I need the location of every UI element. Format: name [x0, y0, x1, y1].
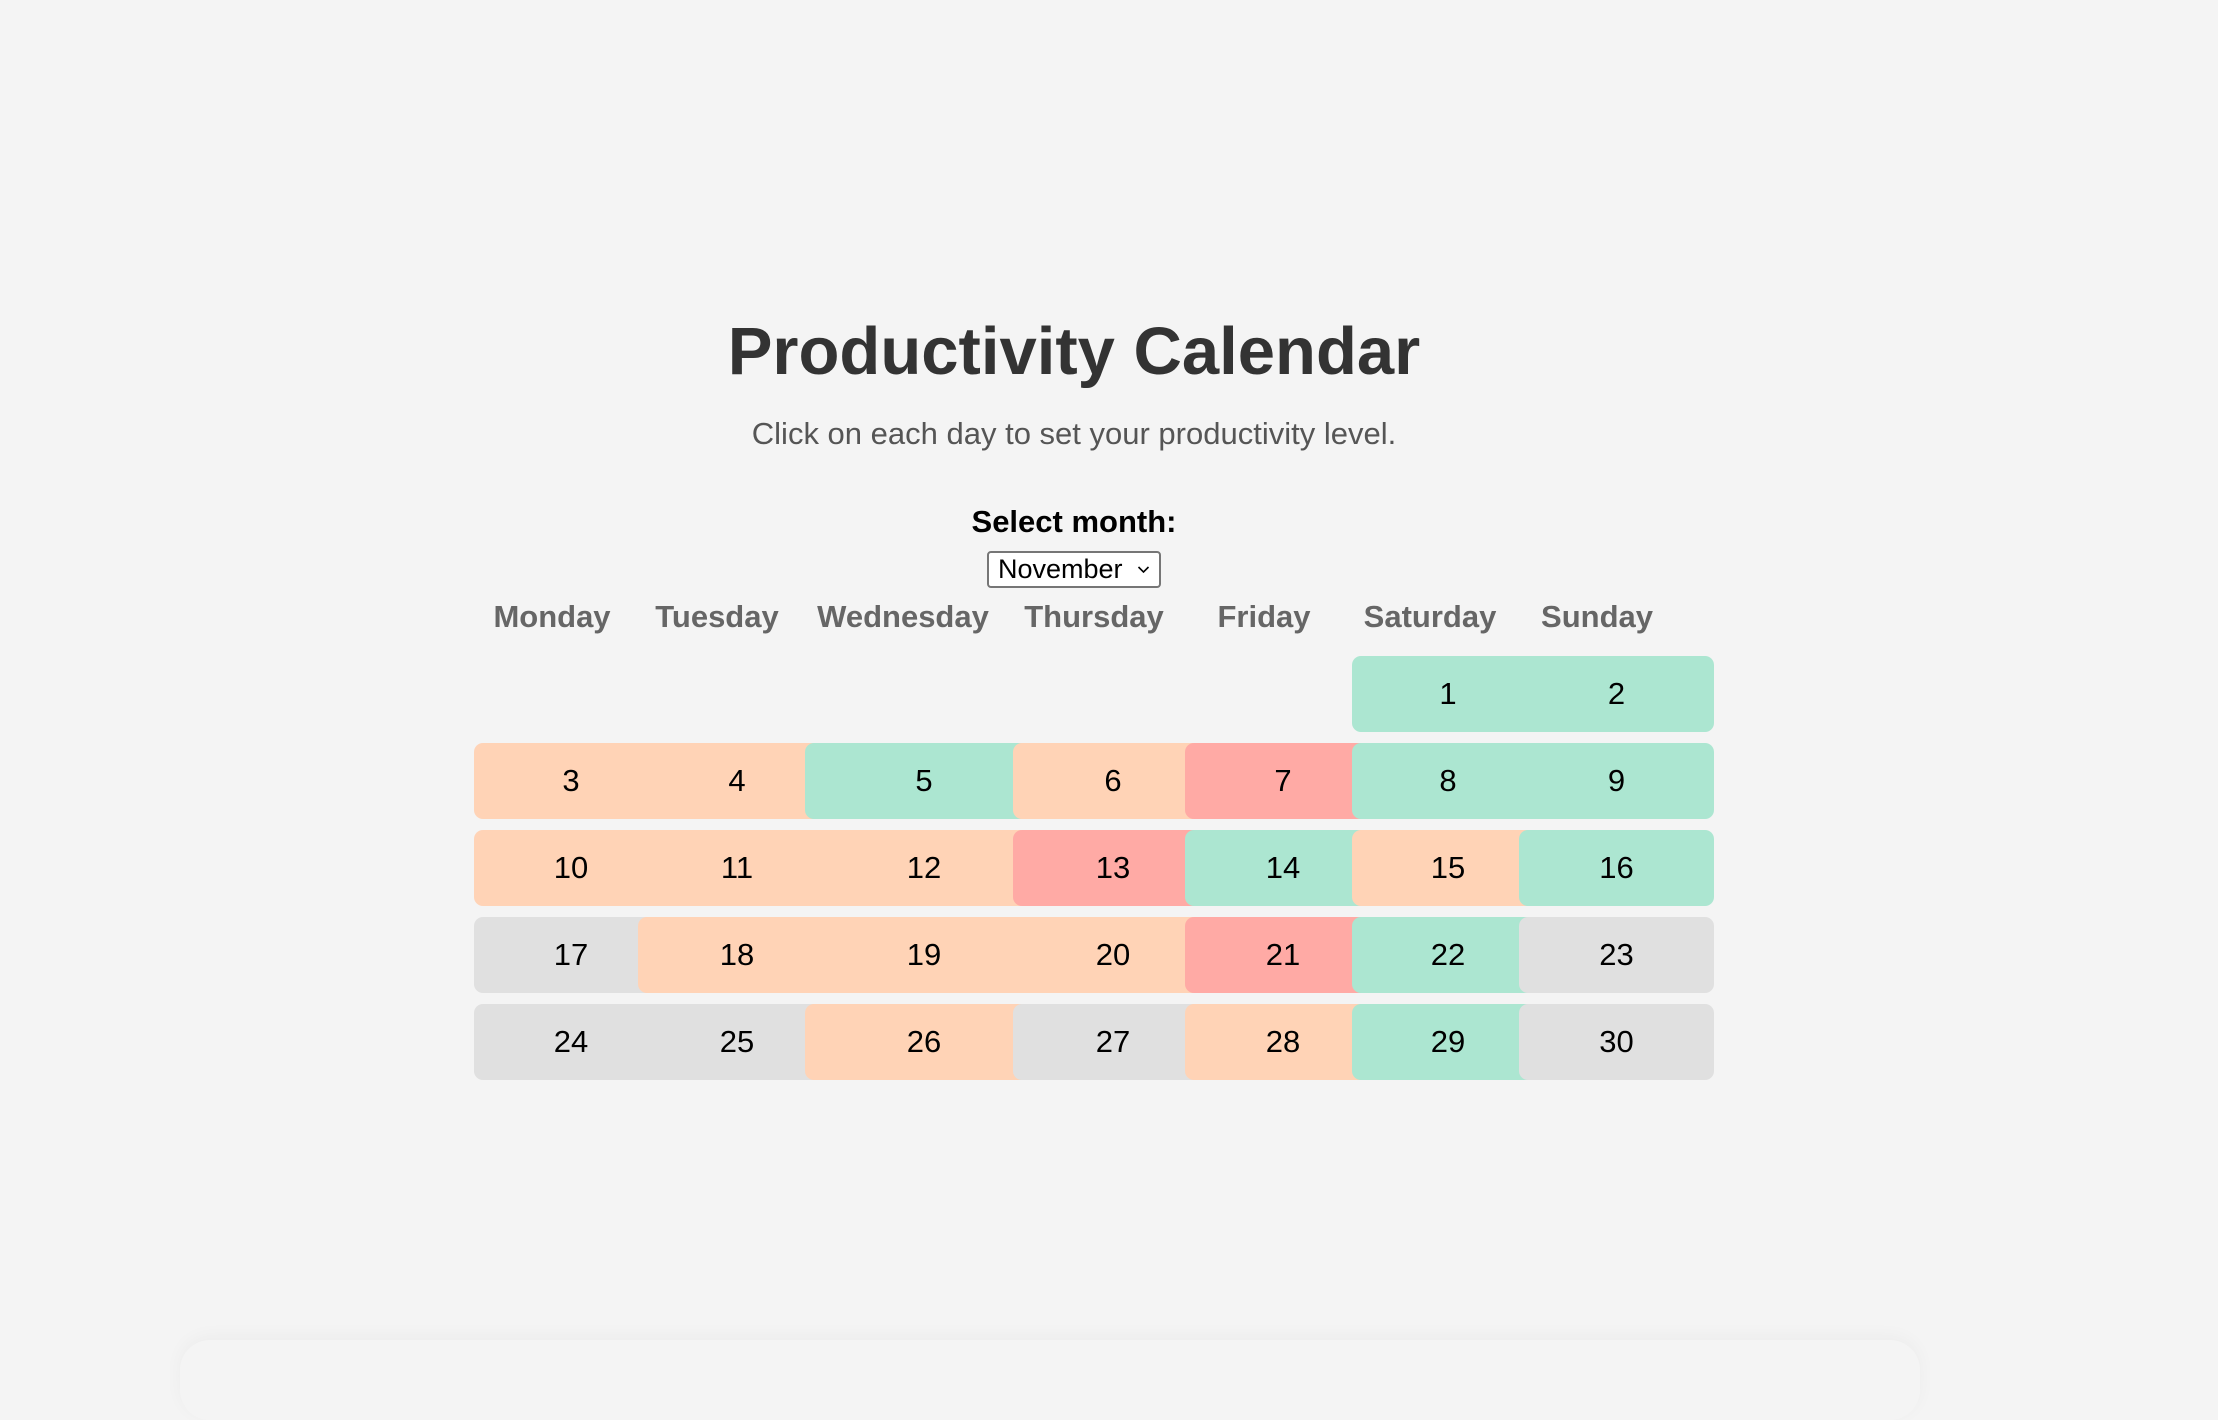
- month-select-value: November: [998, 554, 1123, 584]
- calendar-day-26[interactable]: 26: [805, 1004, 1043, 1080]
- weekday-thursday: Thursday: [1024, 599, 1164, 634]
- calendar-day-19[interactable]: 19: [805, 917, 1043, 993]
- calendar-day-number: 22: [1430, 937, 1466, 972]
- calendar-day-number: 30: [1599, 1024, 1634, 1059]
- calendar-day-27[interactable]: 27: [1013, 1004, 1213, 1080]
- calendar-day-23[interactable]: 23: [1519, 917, 1714, 993]
- calendar-day-8[interactable]: 8: [1352, 743, 1544, 819]
- month-select[interactable]: November: [987, 551, 1161, 588]
- calendar-day-number: 23: [1599, 937, 1634, 972]
- weekday-wednesday: Wednesday: [817, 599, 989, 634]
- calendar-day-number: 8: [1439, 763, 1457, 798]
- calendar-day-2[interactable]: 2: [1519, 656, 1714, 732]
- page-subtitle: Click on each day to set your productivi…: [751, 416, 1397, 451]
- calendar-day-number: 15: [1430, 850, 1466, 885]
- calendar-day-number: 1: [1439, 676, 1457, 711]
- calendar-day-number: 4: [728, 763, 746, 798]
- calendar-day-29[interactable]: 29: [1352, 1004, 1544, 1080]
- calendar-day-6[interactable]: 6: [1013, 743, 1213, 819]
- page-title: Productivity Calendar: [727, 314, 1421, 389]
- calendar-day-13[interactable]: 13: [1013, 830, 1213, 906]
- weekday-monday: Monday: [493, 599, 611, 634]
- calendar-day-number: 28: [1265, 1024, 1301, 1059]
- month-select-label: Select month:: [971, 504, 1177, 539]
- calendar-day-number: 18: [719, 937, 755, 972]
- calendar-day-number: 17: [553, 937, 589, 972]
- calendar-day-number: 19: [906, 937, 942, 972]
- calendar-day-number: 24: [553, 1024, 589, 1059]
- calendar-day-number: 26: [906, 1024, 942, 1059]
- calendar-day-number: 12: [906, 850, 942, 885]
- calendar-day-30[interactable]: 30: [1519, 1004, 1714, 1080]
- calendar-day-number: 11: [720, 850, 754, 885]
- weekday-tuesday: Tuesday: [655, 599, 779, 634]
- calendar-day-20[interactable]: 20: [1013, 917, 1213, 993]
- calendar-day-number: 21: [1265, 937, 1301, 972]
- calendar-day-number: 3: [562, 763, 580, 798]
- calendar-day-number: 2: [1607, 676, 1626, 711]
- calendar-day-number: 29: [1430, 1024, 1466, 1059]
- calendar-day-number: 16: [1599, 850, 1634, 885]
- calendar-day-number: 9: [1607, 763, 1626, 798]
- calendar-day-12[interactable]: 12: [805, 830, 1043, 906]
- calendar-day-number: 10: [553, 850, 589, 885]
- calendar-day-number: 27: [1095, 1024, 1131, 1059]
- calendar-day-number: 7: [1274, 763, 1292, 798]
- calendar-day-22[interactable]: 22: [1352, 917, 1544, 993]
- calendar-day-9[interactable]: 9: [1519, 743, 1714, 819]
- weekday-sunday: Sunday: [1541, 599, 1653, 634]
- calendar-day-1[interactable]: 1: [1352, 656, 1544, 732]
- weekday-friday: Friday: [1217, 599, 1311, 634]
- bottom-panel-shadow: [180, 1340, 1920, 1420]
- calendar-day-15[interactable]: 15: [1352, 830, 1544, 906]
- calendar-day-16[interactable]: 16: [1519, 830, 1714, 906]
- chevron-down-icon: [1137, 566, 1150, 574]
- calendar-day-number: 25: [719, 1024, 755, 1059]
- calendar-day-number: 14: [1265, 850, 1301, 885]
- calendar-day-number: 6: [1104, 763, 1122, 798]
- calendar-day-number: 20: [1095, 937, 1131, 972]
- weekday-saturday: Saturday: [1363, 599, 1497, 634]
- calendar-day-number: 5: [915, 763, 933, 798]
- calendar-day-5[interactable]: 5: [805, 743, 1043, 819]
- calendar-day-number: 13: [1095, 850, 1131, 885]
